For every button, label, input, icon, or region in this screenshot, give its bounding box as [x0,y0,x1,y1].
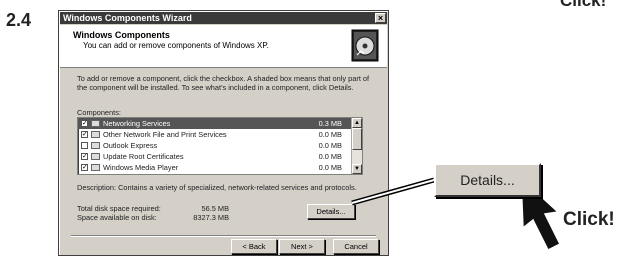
component-name: Windows Media Player [103,163,179,172]
component-name: Update Root Certificates [103,152,184,161]
close-button[interactable]: × [375,13,386,23]
printer-icon [91,131,100,138]
components-label: Components: [77,108,121,117]
button-separator [71,235,376,237]
disk-available-value: 8327.3 MB [193,213,229,222]
installer-cd-icon [351,29,379,62]
scroll-up-arrow-icon[interactable]: ▲ [352,118,362,128]
component-checkbox[interactable]: ✓ [81,164,88,171]
instructions-text: To add or remove a component, click the … [77,74,370,92]
disk-available-label: Space available on disk: [77,213,157,222]
wizard-window: Windows Components Wizard × Windows Comp… [58,10,389,256]
window-titlebar[interactable]: Windows Components Wizard × [60,12,387,24]
window-title: Windows Components Wizard [63,13,192,23]
scroll-thumb[interactable] [352,128,362,150]
component-row[interactable]: ✓ Windows Media Player 0.0 MB [78,162,362,173]
component-row[interactable]: ✓ Update Root Certificates 0.0 MB [78,151,362,162]
cancel-button[interactable]: Cancel [333,239,379,254]
header-subtitle: You can add or remove components of Wind… [83,41,269,50]
details-button-zoomed: Details... [434,163,541,197]
next-button[interactable]: Next > [279,239,325,254]
mail-icon [91,142,100,149]
disk-required-label: Total disk space required: [77,204,161,213]
header-title: Windows Components [73,30,170,40]
component-name: Networking Services [103,119,171,128]
wizard-header: Windows Components You can add or remove… [60,25,387,68]
list-scrollbar[interactable]: ▲ ▼ [351,118,362,174]
component-size: 0.0 MB [318,163,342,172]
component-size: 0.0 MB [318,141,342,150]
step-number: 2.4 [6,10,32,30]
components-list[interactable]: ✓ Networking Services 0.3 MB ✓ Other Network… [77,117,363,175]
component-size: 0.0 MB [318,152,342,161]
component-checkbox[interactable]: ✓ [81,131,88,138]
click-callout-bottom: Click! [563,209,615,230]
component-row[interactable]: ✓ Networking Services 0.3 MB [78,118,362,129]
component-name: Other Network File and Print Services [103,130,227,139]
component-checkbox[interactable]: ✓ [81,153,88,160]
component-checkbox[interactable] [81,142,88,149]
component-size: 0.3 MB [318,119,342,128]
certificate-icon [91,153,100,160]
network-icon [91,120,100,127]
media-player-icon [91,164,100,171]
click-callout-top: Click! [560,0,607,10]
component-name: Outlook Express [103,141,158,150]
back-button[interactable]: < Back [231,239,277,254]
component-row[interactable]: ✓ Other Network File and Print Services 0.… [78,129,362,140]
scroll-down-arrow-icon[interactable]: ▼ [352,164,362,174]
component-checkbox[interactable]: ✓ [81,120,88,127]
details-button[interactable]: Details... [307,204,355,219]
component-row[interactable]: Outlook Express 0.0 MB [78,140,362,151]
component-size: 0.0 MB [318,130,342,139]
disk-required-value: 56.5 MB [201,204,229,213]
component-description: Description: Contains a variety of speci… [77,183,357,192]
